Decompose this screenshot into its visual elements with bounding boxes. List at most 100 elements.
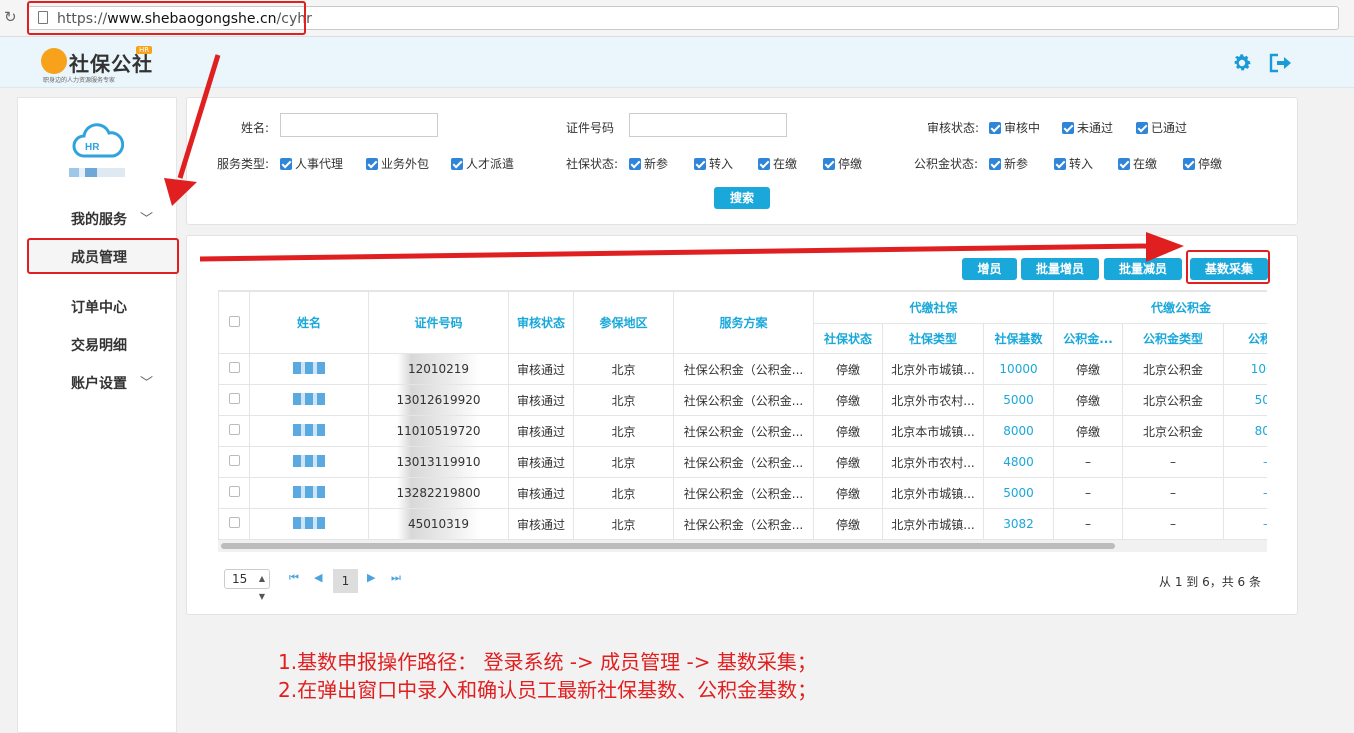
col-plan[interactable]: 服务方案: [673, 291, 814, 354]
sidebar-item-orders[interactable]: 订单中心: [18, 290, 176, 326]
hr-cloud-icon: HR: [72, 123, 124, 158]
row-checkbox[interactable]: [218, 415, 250, 447]
review-status-label: 审核状态:: [927, 121, 980, 135]
review-status: 审核通过: [508, 446, 574, 478]
prev-page-icon[interactable]: ◀: [314, 571, 322, 584]
select-all-checkbox[interactable]: [218, 291, 250, 354]
col-id[interactable]: 证件号码: [368, 291, 509, 354]
checkbox-checked-icon: [366, 158, 378, 170]
table-row[interactable]: 45010319 审核通过 北京 社保公积金（公积金... 停缴 北京外市城镇... 308…: [218, 508, 1267, 540]
service-checkbox-outsourcing[interactable]: 业务外包: [366, 155, 429, 172]
col-group-social: 代缴社保: [812, 291, 1055, 324]
review-status: 审核通过: [508, 353, 574, 385]
logo-mascot-icon: [41, 48, 67, 74]
table-row[interactable]: 13013119910 审核通过 北京 社保公积金（公积金... 停缴 北京外市农村...…: [218, 446, 1267, 478]
service-plan: 社保公积金（公积金...: [673, 508, 814, 540]
fund-type: –: [1122, 508, 1225, 540]
row-checkbox[interactable]: [218, 508, 250, 540]
sidebar: HR 我的服务 ﹀ 成员管理 订单中心 交易明细 账户设置 ﹀: [17, 97, 179, 733]
row-checkbox[interactable]: [218, 384, 250, 416]
review-checkbox-pending[interactable]: 审核中: [989, 119, 1040, 136]
fund-checkbox-transfer[interactable]: 转入: [1054, 155, 1093, 172]
fund-checkbox-new[interactable]: 新参: [989, 155, 1028, 172]
row-checkbox[interactable]: [218, 477, 250, 509]
col-social-status[interactable]: 社保状态: [813, 323, 883, 354]
logo[interactable]: 社保公社 HR 职身边的人力资源服务专家: [41, 44, 171, 84]
social-checkbox-new[interactable]: 新参: [629, 155, 668, 172]
fund-base[interactable]: 500: [1223, 384, 1267, 416]
table-row[interactable]: 13282219800 审核通过 北京 社保公积金（公积金... 停缴 北京外市城镇...…: [218, 477, 1267, 509]
checkbox-checked-icon: [823, 158, 835, 170]
review-status: 审核通过: [508, 384, 574, 416]
gear-icon[interactable]: [1231, 52, 1253, 74]
col-review-status[interactable]: 审核状态: [508, 291, 574, 354]
logo-tag: HR: [136, 46, 153, 54]
add-member-button[interactable]: 增员: [962, 258, 1017, 280]
reload-icon[interactable]: ↻: [4, 9, 20, 25]
name-input[interactable]: [280, 113, 438, 137]
logo-slogan: 职身边的人力资源服务专家: [43, 77, 116, 84]
table-row[interactable]: 12010219 审核通过 北京 社保公积金（公积金... 停缴 北京外市城镇... 100…: [218, 353, 1267, 385]
row-checkbox[interactable]: [218, 353, 250, 385]
fund-status: 停缴: [1053, 353, 1124, 385]
fund-base[interactable]: 1000: [1223, 353, 1267, 385]
page-info: 从 1 到 6，共 6 条: [1159, 575, 1261, 589]
search-button[interactable]: 搜索: [714, 187, 770, 209]
col-social-base[interactable]: 社保基数: [982, 323, 1055, 354]
social-base[interactable]: 5000: [982, 477, 1055, 509]
social-checkbox-stopped[interactable]: 停缴: [823, 155, 862, 172]
fund-base[interactable]: –: [1223, 508, 1267, 540]
fund-type: 北京公积金: [1122, 384, 1225, 416]
id-label: 证件号码: [566, 121, 615, 135]
review-checkbox-rejected[interactable]: 未通过: [1062, 119, 1113, 136]
review-checkbox-approved[interactable]: 已通过: [1136, 119, 1187, 136]
first-page-icon[interactable]: ⏮: [289, 571, 299, 585]
service-checkbox-dispatch[interactable]: 人才派遣: [451, 155, 514, 172]
social-base[interactable]: 10000: [982, 353, 1055, 385]
scrollbar-thumb[interactable]: [221, 543, 1115, 549]
social-checkbox-transfer[interactable]: 转入: [694, 155, 733, 172]
social-base[interactable]: 8000: [982, 415, 1055, 447]
id-number-input[interactable]: [629, 113, 787, 137]
page-size-select[interactable]: 15 ▲ ▼: [224, 569, 270, 601]
next-page-icon[interactable]: ▶: [367, 571, 375, 584]
col-social-type[interactable]: 社保类型: [882, 323, 984, 354]
search-filter-panel: 姓名: 证件号码 审核状态: 审核中 未通过 已通过 服务类型: 人事代理 业务…: [186, 97, 1298, 225]
sidebar-item-label: 订单中心: [71, 300, 127, 316]
social-base[interactable]: 5000: [982, 384, 1055, 416]
batch-remove-button[interactable]: 批量减员: [1104, 258, 1182, 280]
col-fund-base[interactable]: 公积金: [1223, 323, 1267, 354]
sidebar-item-transactions[interactable]: 交易明细: [18, 328, 176, 364]
col-fund-type[interactable]: 公积金类型: [1122, 323, 1225, 354]
batch-add-button[interactable]: 批量增员: [1021, 258, 1099, 280]
fund-base[interactable]: –: [1223, 477, 1267, 509]
social-base[interactable]: 3082: [982, 508, 1055, 540]
col-fund-status[interactable]: 公积金...: [1053, 323, 1124, 354]
fund-checkbox-paying[interactable]: 在缴: [1118, 155, 1157, 172]
social-base[interactable]: 4800: [982, 446, 1055, 478]
checkbox-checked-icon: [1183, 158, 1195, 170]
table-row[interactable]: 11010519720 审核通过 北京 社保公积金（公积金... 停缴 北京本市城镇...…: [218, 415, 1267, 447]
sidebar-item-member-label-row[interactable]: 成员管理: [18, 240, 176, 276]
id-number: 13282219800: [368, 477, 509, 509]
region: 北京: [573, 508, 674, 540]
horizontal-scrollbar[interactable]: [218, 540, 1267, 552]
row-checkbox[interactable]: [218, 446, 250, 478]
id-number: 45010319: [368, 508, 509, 540]
table-row[interactable]: 13012619920 审核通过 北京 社保公积金（公积金... 停缴 北京外市农村...…: [218, 384, 1267, 416]
fund-base[interactable]: –: [1223, 446, 1267, 478]
service-checkbox-agency[interactable]: 人事代理: [280, 155, 343, 172]
checkbox-checked-icon: [629, 158, 641, 170]
sidebar-item-my-services[interactable]: 我的服务 ﹀: [18, 202, 176, 238]
sidebar-item-account-settings[interactable]: 账户设置 ﹀: [18, 366, 176, 402]
col-region[interactable]: 参保地区: [573, 291, 674, 354]
last-page-icon[interactable]: ⏭: [391, 571, 401, 585]
fund-checkbox-stopped[interactable]: 停缴: [1183, 155, 1222, 172]
col-name[interactable]: 姓名: [249, 291, 369, 354]
current-page[interactable]: 1: [333, 569, 358, 593]
logout-icon[interactable]: [1268, 52, 1292, 74]
fund-base[interactable]: 800: [1223, 415, 1267, 447]
social-checkbox-paying[interactable]: 在缴: [758, 155, 797, 172]
social-type: 北京本市城镇...: [882, 415, 984, 447]
member-name-blurred: [249, 477, 369, 509]
